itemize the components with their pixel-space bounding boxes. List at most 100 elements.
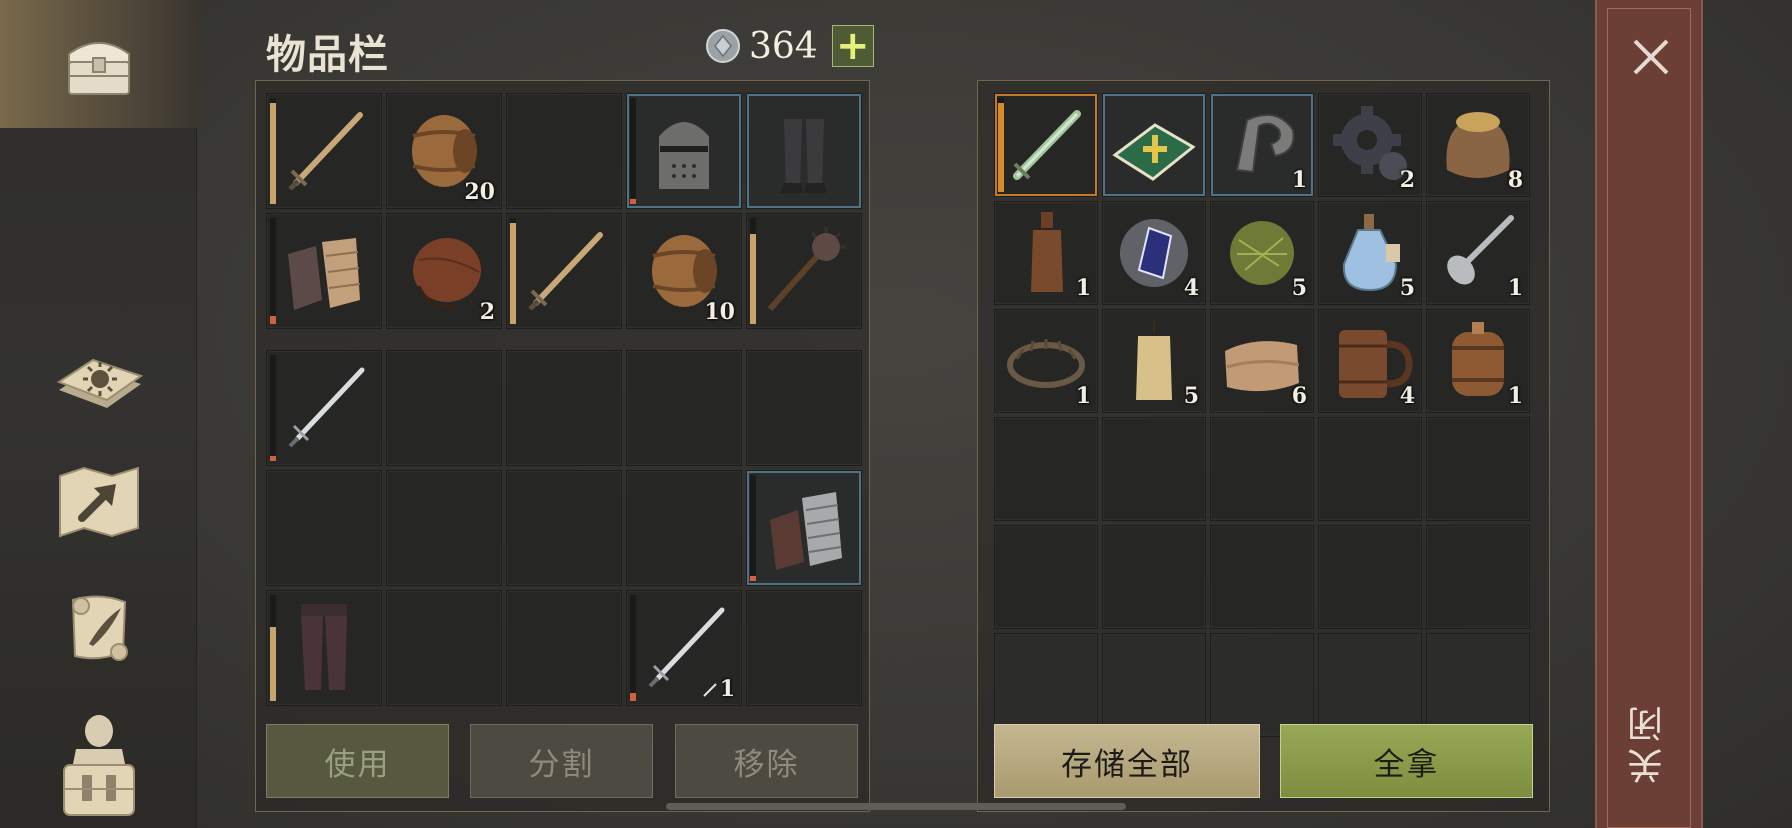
add-currency-button[interactable]: + (831, 25, 874, 67)
backpack-slot[interactable] (626, 350, 742, 466)
backpack-slot[interactable] (386, 590, 502, 706)
storage-empty-slot[interactable] (1102, 633, 1206, 737)
durability-bar (630, 98, 636, 204)
equipment-slot[interactable] (506, 213, 622, 329)
item-quantity-value: 1 (1291, 167, 1307, 193)
equipment-slot[interactable] (746, 93, 862, 209)
storage-empty-slot[interactable] (994, 633, 1098, 737)
item-quantity: 10 (704, 299, 735, 325)
waterskin-icon (413, 238, 481, 309)
tab-storage[interactable] (0, 0, 197, 128)
steel-sword-icon (288, 367, 365, 448)
item-quantity-value: 8 (1507, 167, 1523, 193)
storage-slot[interactable]: 5 (1318, 201, 1422, 305)
green-dagger-icon (1013, 110, 1081, 180)
storage-empty-slot[interactable] (1318, 417, 1422, 521)
item-quantity: 6 (1292, 383, 1307, 409)
mace-icon (767, 227, 846, 311)
store-all-button[interactable]: 存储全部 (994, 724, 1260, 798)
equipment-slot[interactable] (266, 213, 382, 329)
equipment-slot[interactable] (626, 93, 742, 209)
item-quantity-value: 1 (719, 676, 735, 702)
storage-empty-slot[interactable] (1102, 525, 1206, 629)
durability-fill (270, 626, 276, 701)
use-button[interactable]: 使用 (266, 724, 449, 798)
backpack-slot[interactable] (266, 590, 382, 706)
item-quantity: 1 (1076, 275, 1091, 301)
sidebar (0, 0, 197, 828)
equipment-slot[interactable]: 2 (386, 213, 502, 329)
item-quantity: 1 (702, 676, 735, 702)
backpack-slot[interactable] (386, 470, 502, 586)
backpack-slot[interactable] (386, 350, 502, 466)
close-panel[interactable]: 关闭 (1595, 0, 1703, 828)
storage-slot[interactable]: 8 (1426, 93, 1530, 197)
item-quantity-value: 1 (1507, 383, 1523, 409)
backpack-slot[interactable]: 1 (626, 590, 742, 706)
currency-display: 364 + (705, 25, 874, 67)
backpack-slot[interactable] (506, 590, 622, 706)
equipment-grid: 20 2 10 (266, 93, 862, 329)
item-quantity: 4 (1184, 275, 1199, 301)
storage-empty-slot[interactable] (1210, 525, 1314, 629)
storage-empty-slot[interactable] (1102, 417, 1206, 521)
backpack-slot[interactable] (746, 470, 862, 586)
storage-slot[interactable] (994, 93, 1098, 197)
dagger-icon (702, 683, 717, 697)
equipment-slot[interactable]: 20 (386, 93, 502, 209)
equipment-slot[interactable]: 10 (626, 213, 742, 329)
storage-grid: 1281455115641 (994, 93, 1530, 737)
storage-slot[interactable] (1102, 93, 1206, 197)
backpack-slot[interactable] (266, 470, 382, 586)
silver-coin-icon (706, 29, 740, 63)
equipment-slot[interactable] (266, 93, 382, 209)
tab-skills[interactable] (0, 310, 197, 438)
storage-slot[interactable]: 6 (1210, 309, 1314, 413)
storage-empty-slot[interactable] (1426, 633, 1530, 737)
storage-slot[interactable]: 1 (1426, 309, 1530, 413)
storage-slot[interactable]: 2 (1318, 93, 1422, 197)
backpack-slot[interactable] (746, 350, 862, 466)
storage-empty-slot[interactable] (994, 525, 1098, 629)
storage-empty-slot[interactable] (1426, 417, 1530, 521)
equipment-slot[interactable] (746, 213, 862, 329)
storage-slot[interactable]: 1 (994, 309, 1098, 413)
item-quantity-value: 20 (464, 179, 495, 205)
tab-character[interactable] (0, 700, 197, 828)
storage-empty-slot[interactable] (1318, 633, 1422, 737)
storage-empty-slot[interactable] (1210, 633, 1314, 737)
storage-slot[interactable]: 1 (994, 201, 1098, 305)
storage-empty-slot[interactable] (994, 417, 1098, 521)
storage-slot[interactable]: 1 (1426, 201, 1530, 305)
split-button[interactable]: 分割 (470, 724, 653, 798)
item-quantity: 2 (1400, 167, 1415, 193)
tab-map[interactable] (0, 438, 197, 566)
backpack-slot[interactable] (266, 350, 382, 466)
backpack-slot[interactable] (746, 590, 862, 706)
small-keg-icon (1452, 322, 1504, 396)
storage-slot[interactable]: 5 (1102, 309, 1206, 413)
backpack-slot[interactable] (626, 470, 742, 586)
storage-slot[interactable]: 5 (1210, 201, 1314, 305)
storage-slot[interactable]: 4 (1318, 309, 1422, 413)
item-quantity-value: 2 (479, 299, 495, 325)
storage-empty-slot[interactable] (1426, 525, 1530, 629)
home-indicator (666, 803, 1126, 810)
storage-slot[interactable]: 4 (1102, 201, 1206, 305)
backpack-slot[interactable] (506, 350, 622, 466)
take-all-button[interactable]: 全拿 (1280, 724, 1533, 798)
item-quantity-value: 5 (1183, 383, 1199, 409)
remove-button[interactable]: 移除 (675, 724, 858, 798)
candle-icon (1136, 320, 1172, 400)
storage-empty-slot[interactable] (1318, 525, 1422, 629)
backpack-slot[interactable] (506, 470, 622, 586)
storage-empty-slot[interactable] (1210, 417, 1314, 521)
holy-book-icon (1112, 123, 1196, 181)
storage-slot[interactable]: 1 (1210, 93, 1314, 197)
great-helm-icon (657, 120, 711, 191)
backpack-character-icon (62, 715, 135, 816)
tab-quests[interactable] (0, 566, 197, 694)
close-icon[interactable] (1629, 35, 1673, 79)
close-label[interactable]: 关闭 (1623, 700, 1675, 784)
equipment-slot[interactable] (506, 93, 622, 209)
